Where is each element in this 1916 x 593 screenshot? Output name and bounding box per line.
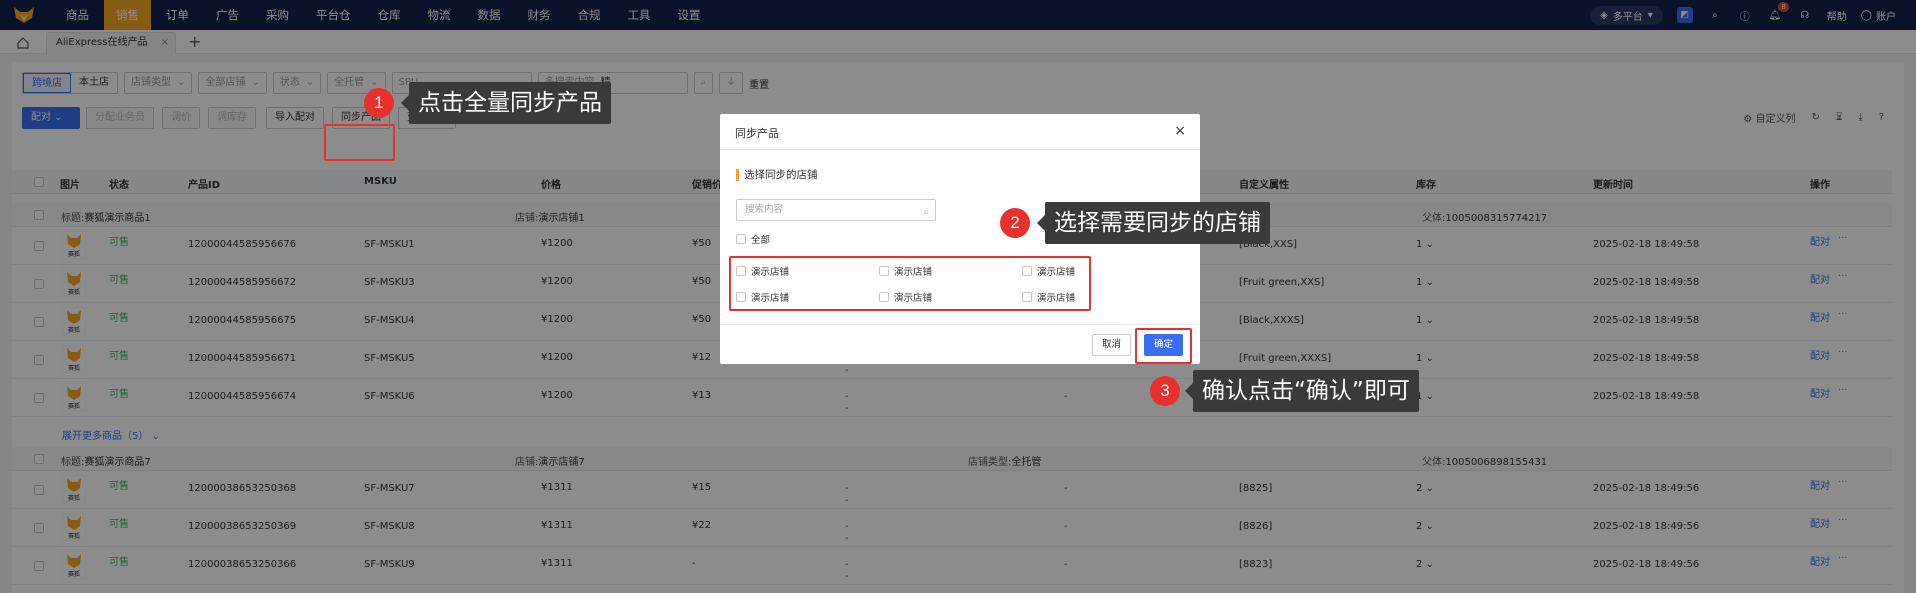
shop-search-input[interactable]: 搜索内容 ⌕ — [736, 199, 936, 221]
highlight-confirm-button — [1135, 328, 1192, 364]
dialog-title: 同步产品 — [735, 127, 779, 140]
step-1-tooltip: 点击全量同步产品 — [401, 82, 611, 124]
checkbox[interactable] — [736, 234, 746, 244]
step-1-badge: 1 — [364, 88, 394, 118]
select-all-shops[interactable]: 全部 — [736, 232, 770, 246]
cancel-button[interactable]: 取消 — [1092, 334, 1132, 356]
close-icon[interactable]: × — [1174, 123, 1186, 139]
step-2-badge: 2 — [1000, 208, 1030, 238]
highlight-sync-button — [324, 124, 395, 161]
step-3-tooltip: 确认点击“确认”即可 — [1185, 370, 1419, 412]
checkbox-label: 全部 — [751, 235, 771, 246]
search-placeholder: 搜索内容 — [745, 204, 784, 215]
dialog-header: 同步产品 × — [720, 114, 1200, 150]
step-2-tooltip: 选择需要同步的店铺 — [1037, 202, 1270, 244]
section-title: 选择同步的店铺 — [736, 169, 818, 181]
dialog-footer-divider — [720, 324, 1200, 325]
highlight-shop-list — [729, 256, 1091, 311]
step-3-badge: 3 — [1150, 376, 1180, 406]
search-icon: ⌕ — [923, 207, 929, 218]
